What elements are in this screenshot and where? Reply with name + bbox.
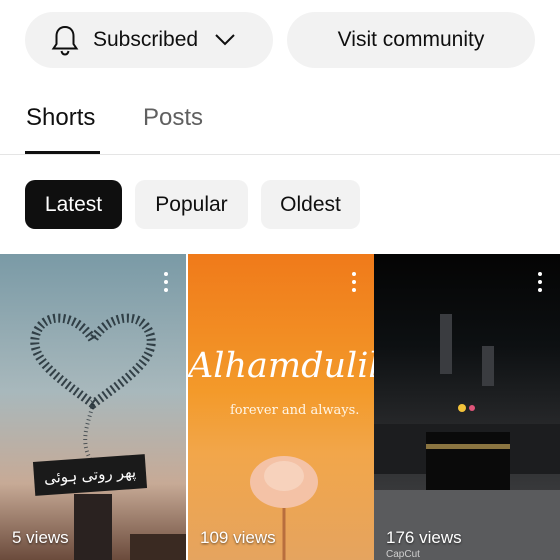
subscribed-label: Subscribed (93, 28, 199, 51)
visit-community-label: Visit community (337, 28, 485, 51)
subscribed-button[interactable]: Subscribed (25, 12, 273, 68)
more-vert-icon[interactable] (538, 272, 542, 292)
kaaba-art (374, 314, 560, 560)
bell-icon (51, 25, 79, 56)
visit-community-button[interactable]: Visit community (287, 12, 535, 68)
overlay-subtitle: forever and always. (230, 403, 360, 418)
tab-posts[interactable]: Posts (143, 104, 203, 132)
capcut-watermark: CapCut (386, 549, 420, 560)
chevron-down-icon (215, 34, 235, 46)
short-thumbnail[interactable]: پھر روتی ہوئی 5 views (0, 254, 186, 560)
view-count: 5 views (12, 528, 69, 547)
view-count: 109 views (200, 528, 276, 547)
filter-chip-popular[interactable]: Popular (135, 180, 248, 229)
more-vert-icon[interactable] (164, 272, 168, 292)
tab-divider (0, 154, 560, 155)
filter-chip-latest[interactable]: Latest (25, 180, 122, 229)
filter-chip-oldest[interactable]: Oldest (261, 180, 360, 229)
more-vert-icon[interactable] (352, 272, 356, 292)
view-count: 176 views (386, 528, 462, 547)
overlay-title: Alhamdulillah (188, 346, 374, 386)
tab-shorts[interactable]: Shorts (26, 104, 95, 132)
short-thumbnail[interactable]: 176 views CapCut (374, 254, 560, 560)
heart-birds-art (30, 313, 186, 560)
short-thumbnail[interactable]: Alhamdulillah forever and always. 109 vi… (188, 254, 374, 560)
